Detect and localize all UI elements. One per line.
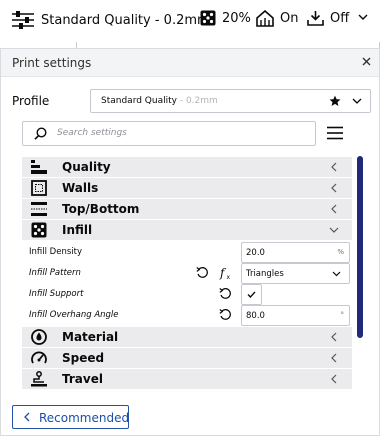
setting-infill-support: Infill Support bbox=[22, 284, 352, 305]
category-label: Speed bbox=[62, 351, 105, 365]
infill-overhang-field[interactable]: 80.0 ° bbox=[241, 305, 350, 326]
chevron-left-icon bbox=[331, 204, 337, 214]
reset-icon[interactable] bbox=[219, 287, 232, 300]
category-speed[interactable]: Speed bbox=[22, 348, 352, 368]
checkmark-icon bbox=[247, 291, 256, 298]
chevron-left-icon bbox=[331, 332, 337, 342]
chevron-left-icon bbox=[24, 412, 30, 422]
search-icon bbox=[34, 127, 47, 140]
chevron-left-icon bbox=[331, 183, 337, 193]
infill-value: 20% bbox=[222, 10, 251, 26]
infill-icon bbox=[200, 10, 216, 26]
recommended-label: Recommended bbox=[39, 411, 130, 425]
field-value: 20.0 bbox=[246, 248, 265, 258]
print-settings-panel: Print settings Profile Standard Quality … bbox=[0, 48, 380, 436]
profile-summary: Standard Quality - 0.2mm bbox=[41, 13, 210, 28]
setting-label: Infill Overhang Angle bbox=[29, 310, 119, 320]
infill-icon bbox=[31, 222, 47, 238]
setting-infill-density: Infill Density 20.0 % bbox=[22, 242, 352, 263]
category-label: Material bbox=[62, 330, 119, 344]
infill-density-field[interactable]: 20.0 % bbox=[241, 242, 350, 263]
setting-label: Infill Pattern bbox=[29, 268, 81, 278]
print-setup-bar[interactable]: Standard Quality - 0.2mm 20% On Off bbox=[0, 0, 380, 42]
chevron-left-icon bbox=[331, 353, 337, 363]
panel-title: Print settings bbox=[12, 56, 92, 70]
search-field[interactable] bbox=[22, 121, 316, 146]
support-icon bbox=[256, 10, 274, 27]
walls-icon bbox=[31, 180, 47, 196]
category-label: Top/Bottom bbox=[62, 202, 140, 216]
profile-dropdown[interactable]: Standard Quality - 0.2mm bbox=[90, 89, 371, 113]
field-unit: ° bbox=[340, 311, 345, 319]
material-icon bbox=[31, 329, 47, 345]
chevron-down-icon bbox=[352, 98, 362, 105]
infill-support-checkbox[interactable] bbox=[241, 284, 262, 305]
category-quality[interactable]: Quality bbox=[22, 157, 352, 177]
close-icon[interactable] bbox=[362, 57, 371, 66]
chevron-down-icon[interactable] bbox=[358, 14, 368, 21]
support-summary: On bbox=[256, 10, 298, 27]
field-unit: % bbox=[337, 248, 344, 256]
chevron-left-icon bbox=[331, 374, 337, 384]
field-value: 80.0 bbox=[246, 311, 265, 321]
support-value: On bbox=[280, 11, 299, 26]
chevron-down-icon bbox=[332, 271, 341, 277]
recommended-button[interactable]: Recommended bbox=[12, 405, 129, 429]
setting-label: Infill Support bbox=[29, 289, 84, 299]
category-label: Infill bbox=[62, 223, 93, 237]
quality-icon bbox=[31, 159, 47, 175]
adhesion-summary: Off bbox=[307, 10, 349, 27]
svg-text:x: x bbox=[227, 274, 231, 280]
setting-infill-pattern: Infill Pattern f x Triangles bbox=[22, 263, 352, 284]
star-icon[interactable] bbox=[329, 95, 341, 107]
menu-icon[interactable] bbox=[327, 126, 343, 140]
scrollbar[interactable] bbox=[357, 156, 363, 338]
top-bottom-icon bbox=[31, 201, 47, 217]
category-label: Walls bbox=[62, 181, 99, 195]
settings-list[interactable]: Quality Walls Top/Bottom Infill Infill D… bbox=[22, 153, 352, 393]
reset-icon[interactable] bbox=[196, 266, 209, 279]
chevron-left-icon bbox=[331, 162, 337, 172]
category-material[interactable]: Material bbox=[22, 327, 352, 347]
category-label: Travel bbox=[62, 372, 103, 386]
chevron-down-icon bbox=[329, 227, 339, 233]
panel-header: Print settings bbox=[1, 49, 379, 77]
adhesion-icon bbox=[307, 10, 324, 27]
category-walls[interactable]: Walls bbox=[22, 178, 352, 198]
profile-name: Standard Quality bbox=[101, 96, 177, 106]
field-value: Triangles bbox=[246, 269, 284, 279]
infill-summary: 20% bbox=[200, 10, 251, 26]
profile-value: Standard Quality - 0.2mm bbox=[101, 96, 218, 106]
profile-sub: - 0.2mm bbox=[176, 96, 218, 106]
category-label: Quality bbox=[62, 160, 111, 174]
settings-sliders-icon bbox=[12, 10, 34, 30]
infill-pattern-select[interactable]: Triangles bbox=[241, 263, 350, 284]
reset-icon[interactable] bbox=[219, 308, 232, 321]
adhesion-value: Off bbox=[330, 11, 350, 26]
category-infill[interactable]: Infill bbox=[22, 220, 352, 240]
setting-label: Infill Density bbox=[29, 247, 82, 257]
category-top-bottom[interactable]: Top/Bottom bbox=[22, 199, 352, 219]
setting-infill-overhang-angle: Infill Overhang Angle 80.0 ° bbox=[22, 305, 352, 326]
function-icon[interactable]: f x bbox=[219, 266, 233, 280]
travel-icon bbox=[31, 371, 47, 387]
profile-label: Profile bbox=[12, 94, 50, 108]
category-travel[interactable]: Travel bbox=[22, 369, 352, 389]
search-input[interactable] bbox=[57, 128, 297, 138]
speed-icon bbox=[31, 350, 47, 366]
